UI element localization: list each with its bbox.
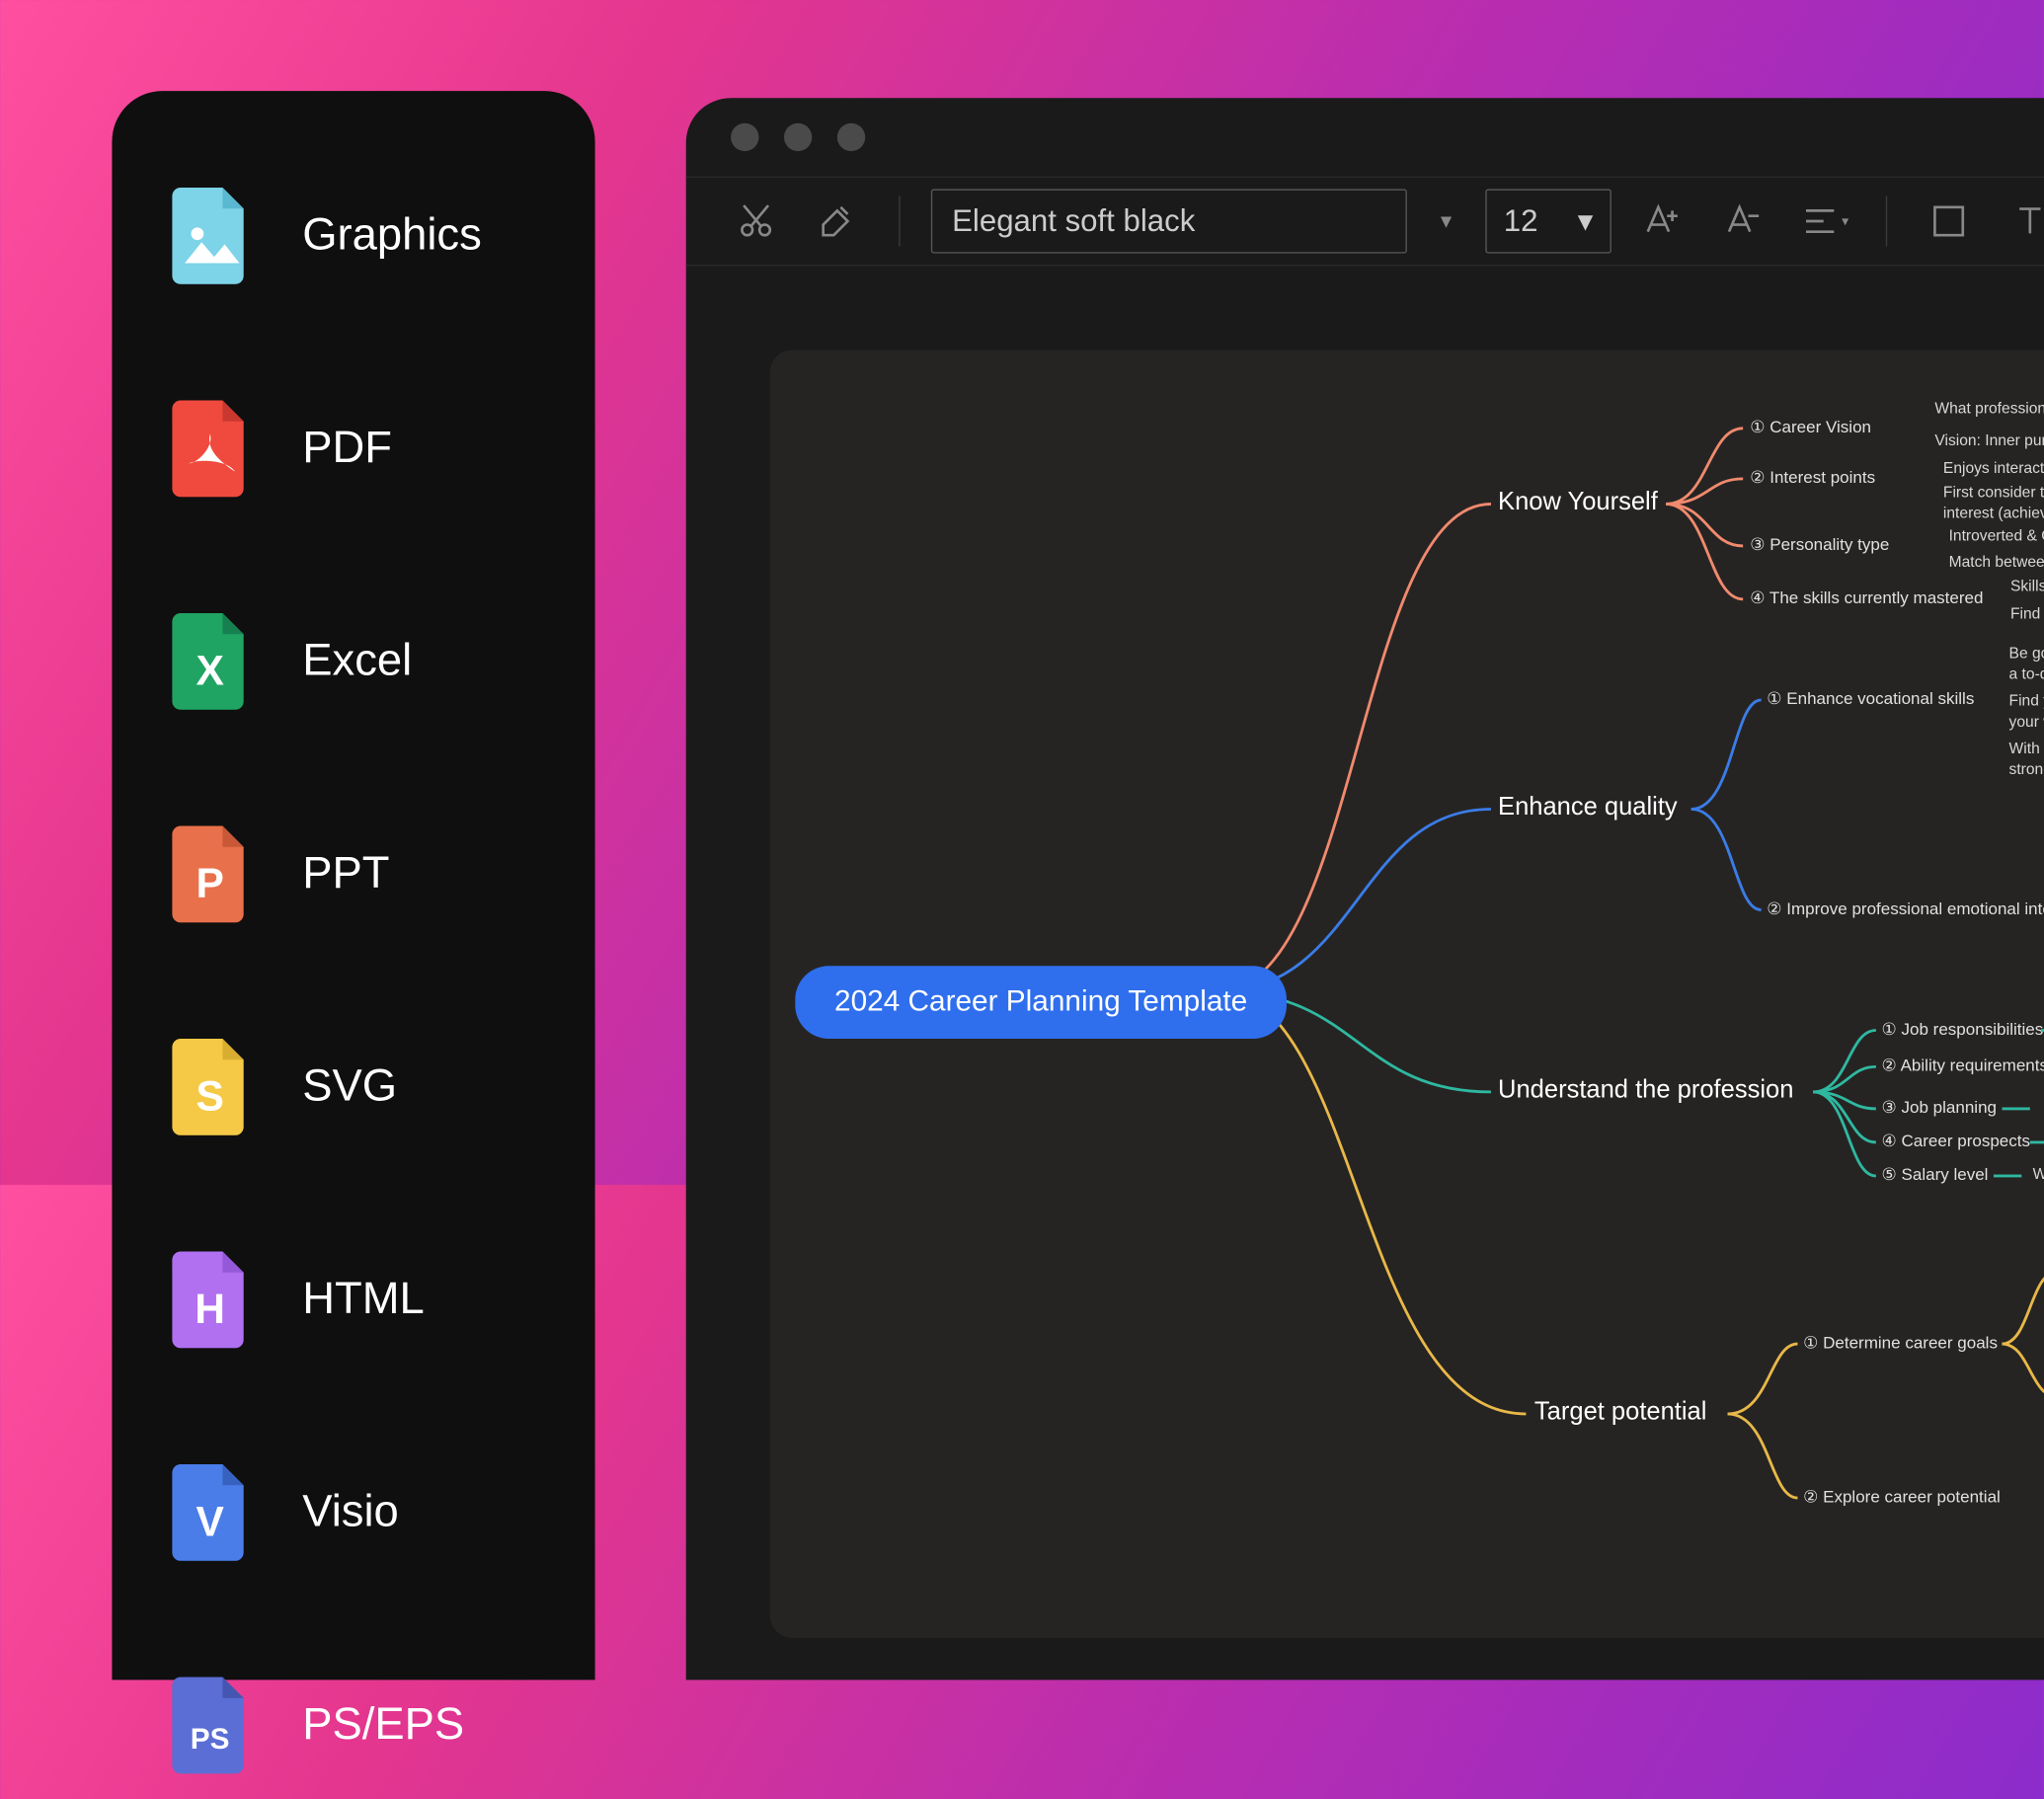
sidebar-label: PDF: [302, 421, 392, 472]
sub-node[interactable]: ④ Career prospects: [1882, 1132, 2030, 1151]
svg-text:X: X: [196, 647, 223, 694]
svg-text:V: V: [196, 1498, 224, 1545]
sidebar-label: SVG: [302, 1059, 397, 1111]
sub-node[interactable]: ③ Job planning: [1882, 1098, 1997, 1118]
excel-icon: X: [168, 609, 252, 710]
separator: [899, 196, 900, 246]
mindmap-canvas[interactable]: 2024 Career Planning Template Know Yours…: [770, 350, 2044, 1637]
branch-label-text: Know Yourself: [1498, 487, 1658, 514]
sub-node[interactable]: ① Career Vision: [1750, 418, 1871, 437]
sub-node[interactable]: ③ Personality type: [1750, 535, 1889, 555]
format-painter-button[interactable]: [807, 191, 868, 252]
branch-label-text: Enhance quality: [1498, 792, 1678, 820]
ps-icon: PS: [168, 1673, 252, 1773]
leaf-node[interactable]: Find your strengths, identify your stren…: [2009, 691, 2044, 733]
sub-node[interactable]: ② Explore career potential: [1803, 1487, 2001, 1507]
style-selector[interactable]: Elegant soft black: [931, 189, 1407, 253]
chevron-down-icon: ▾: [1578, 203, 1594, 240]
cut-button[interactable]: [725, 191, 786, 252]
sidebar-item-ppt[interactable]: P PPT: [154, 797, 553, 948]
html-icon: H: [168, 1247, 252, 1348]
leaf-node[interactable]: Skills in copywriting, data, images, and…: [2010, 577, 2044, 597]
leaf-node[interactable]: What is the approximate salary level of …: [2033, 1165, 2044, 1186]
sub-node[interactable]: ① Determine career goals: [1803, 1333, 1998, 1353]
font-decrease-button[interactable]: [1712, 191, 1773, 252]
svg-text:PS: PS: [191, 1723, 230, 1756]
app-window: Elegant soft black ▾ 12 ▾ ▾: [686, 98, 2044, 1680]
leaf-node[interactable]: Be good at breaking down tasks and makin…: [2009, 644, 2044, 685]
window-close-icon[interactable]: [731, 123, 758, 151]
root-node[interactable]: 2024 Career Planning Template: [795, 966, 1287, 1039]
sidebar-item-html[interactable]: H HTML: [154, 1222, 553, 1373]
leaf-node[interactable]: Vision: Inner pursuit, long-term life go…: [1934, 431, 2044, 452]
sub-node[interactable]: ④ The skills currently mastered: [1750, 587, 1983, 607]
branch-node[interactable]: Know Yourself: [1498, 487, 1658, 516]
sub-node[interactable]: ① Job responsibilities: [1882, 1019, 2044, 1039]
sidebar-item-graphics[interactable]: Graphics: [154, 158, 553, 309]
connector-tick: [2002, 1107, 2029, 1110]
leaf-node[interactable]: Enjoys interacting with people, abstract…: [1943, 459, 2044, 480]
sidebar-item-excel[interactable]: X Excel: [154, 584, 553, 735]
leaf-node[interactable]: Introverted & Outgoing: [1949, 526, 2044, 547]
branch-label-text: Understand the profession: [1498, 1075, 1793, 1103]
root-label: 2024 Career Planning Template: [834, 985, 1247, 1018]
sidebar-label: PS/EPS: [302, 1697, 464, 1749]
sidebar-item-visio[interactable]: V Visio: [154, 1435, 553, 1586]
sidebar-label: HTML: [302, 1272, 425, 1323]
branch-node[interactable]: Understand the profession: [1498, 1075, 1793, 1105]
leaf-node[interactable]: Match between personality and profession: [1949, 553, 2044, 574]
shape-button[interactable]: [1918, 191, 1979, 252]
font-increase-button[interactable]: [1631, 191, 1692, 252]
style-name-label: Elegant soft black: [952, 203, 1195, 240]
window-minimize-icon[interactable]: [784, 123, 812, 151]
connector-tick: [1994, 1175, 2021, 1178]
svg-icon: S: [168, 1035, 252, 1135]
sub-node[interactable]: ① Enhance vocational skills: [1767, 689, 1974, 709]
sidebar-label: PPT: [302, 846, 389, 898]
font-size-selector[interactable]: 12 ▾: [1485, 189, 1612, 253]
sub-node[interactable]: ⑤ Salary level: [1882, 1165, 1989, 1185]
branch-node[interactable]: Enhance quality: [1498, 792, 1678, 821]
svg-text:H: H: [195, 1286, 225, 1333]
sub-node[interactable]: ② Improve professional emotional intelli…: [1767, 899, 2044, 918]
sidebar-item-pdf[interactable]: PDF: [154, 371, 553, 522]
window-maximize-icon[interactable]: [837, 123, 865, 151]
sub-node[interactable]: ② Ability requirements: [1882, 1056, 2044, 1075]
toolbar: Elegant soft black ▾ 12 ▾ ▾: [686, 177, 2044, 267]
separator: [1886, 196, 1887, 246]
leaf-node[interactable]: Find your own strengths and make up for …: [2010, 604, 2044, 625]
export-sidebar: Graphics PDF X Excel P PPT S SVG H HTML …: [112, 91, 594, 1680]
titlebar: [686, 98, 2044, 176]
sidebar-item-pseps[interactable]: PS PS/EPS: [154, 1648, 553, 1799]
font-size-label: 12: [1504, 203, 1538, 240]
svg-text:S: S: [196, 1072, 223, 1120]
text-button[interactable]: [2000, 191, 2044, 252]
svg-text:P: P: [196, 860, 223, 907]
sidebar-label: Graphics: [302, 208, 482, 260]
leaf-node[interactable]: With the ability to label your strengths…: [2009, 740, 2044, 781]
align-button[interactable]: ▾: [1793, 191, 1854, 252]
sidebar-item-svg[interactable]: S SVG: [154, 1009, 553, 1160]
branch-label-text: Target potential: [1534, 1397, 1707, 1425]
ppt-icon: P: [168, 821, 252, 922]
connector-tick: [2030, 1141, 2044, 1144]
leaf-node[interactable]: First consider the sense of achievement,…: [1943, 483, 2044, 524]
visio-icon: V: [168, 1460, 252, 1561]
style-dropdown-icon[interactable]: ▾: [1427, 189, 1466, 253]
sub-node[interactable]: ② Interest points: [1750, 468, 1875, 488]
image-icon: [168, 184, 252, 284]
pdf-icon: [168, 396, 252, 497]
sidebar-label: Visio: [302, 1485, 399, 1536]
branch-node[interactable]: Target potential: [1534, 1397, 1707, 1427]
leaf-node[interactable]: What profession can help you live the li…: [1934, 399, 2044, 420]
sidebar-label: Excel: [302, 634, 412, 685]
